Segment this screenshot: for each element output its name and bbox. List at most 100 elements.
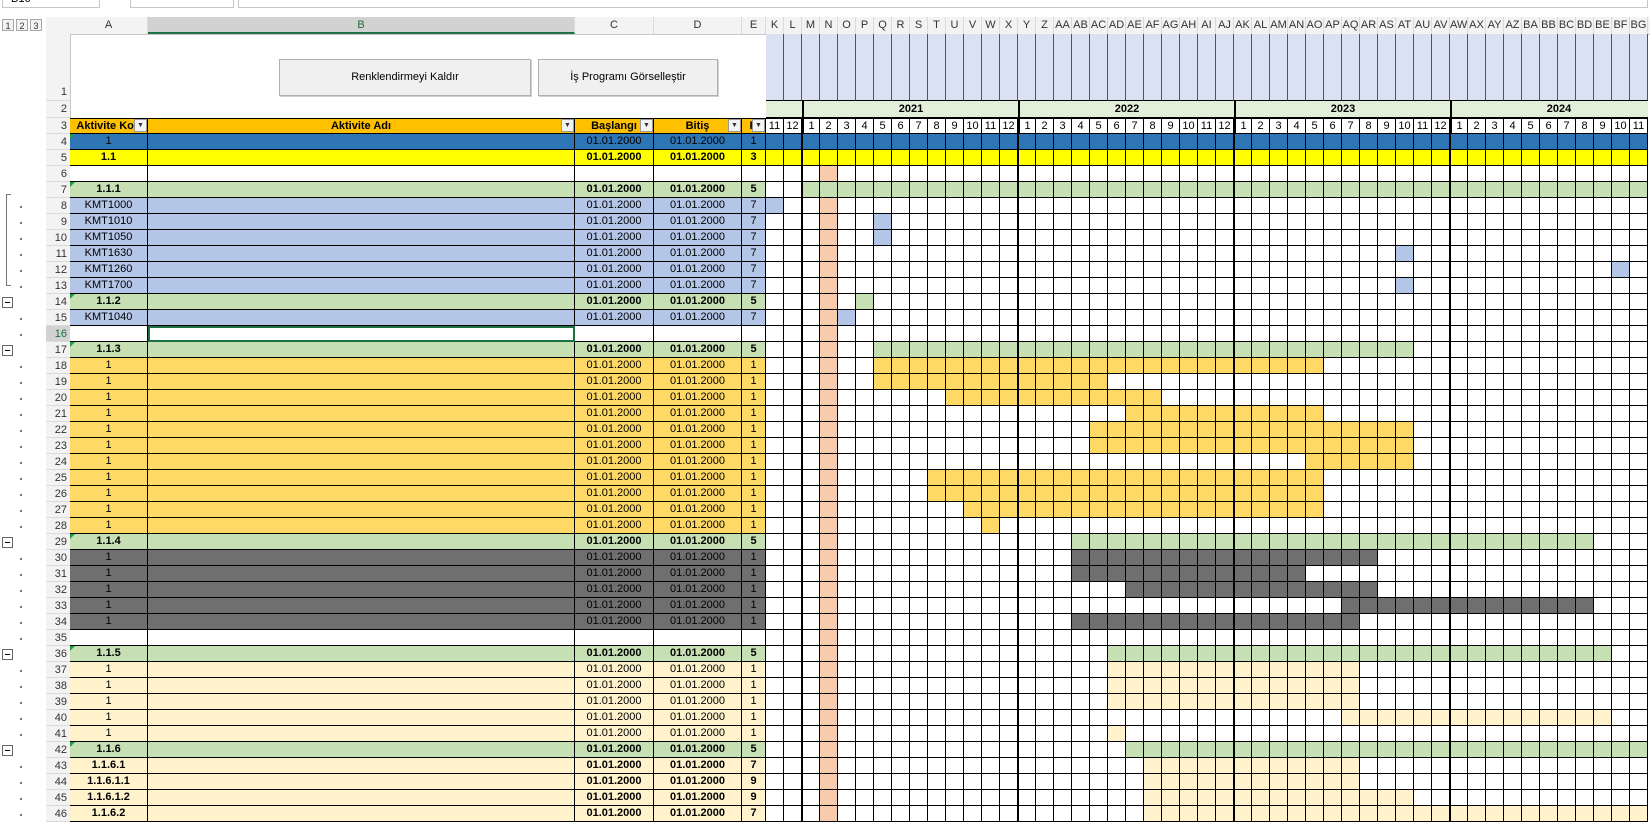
- cell-activity-name[interactable]: [148, 246, 575, 262]
- row-header-34[interactable]: 34: [46, 614, 70, 630]
- row-header-37[interactable]: 37: [46, 662, 70, 678]
- cell-activity-code[interactable]: 1: [70, 358, 148, 374]
- column-header-ac[interactable]: AC: [1090, 17, 1108, 34]
- column-header-p[interactable]: P: [856, 17, 874, 34]
- cell-end[interactable]: 01.01.2000: [654, 806, 742, 822]
- cell-activity-name[interactable]: [148, 582, 575, 598]
- cell-activity-name[interactable]: [148, 518, 575, 534]
- filter-dropdown-icon[interactable]: ▼: [640, 119, 653, 132]
- cell-activity-name[interactable]: [148, 454, 575, 470]
- outline-level-2-button[interactable]: 2: [16, 19, 28, 31]
- outline-level-3-button[interactable]: 3: [30, 19, 42, 31]
- cell-start[interactable]: 01.01.2000: [575, 438, 654, 454]
- row-header-15[interactable]: 15: [46, 310, 70, 326]
- cell-end[interactable]: 01.01.2000: [654, 550, 742, 566]
- cell-end[interactable]: 01.01.2000: [654, 198, 742, 214]
- cell-activity-name[interactable]: [148, 198, 575, 214]
- cell-start[interactable]: [575, 326, 654, 342]
- column-header-k[interactable]: K: [766, 17, 784, 34]
- column-header-ae[interactable]: AE: [1126, 17, 1144, 34]
- cell-activity-code[interactable]: KMT1630: [70, 246, 148, 262]
- row-header-45[interactable]: 45: [46, 790, 70, 806]
- cell-activity-code[interactable]: 1: [70, 422, 148, 438]
- row-header-21[interactable]: 21: [46, 406, 70, 422]
- cell-r[interactable]: 7: [742, 310, 766, 326]
- column-header-bf[interactable]: BF: [1612, 17, 1630, 34]
- cell-activity-name[interactable]: [148, 598, 575, 614]
- filter-dropdown-icon[interactable]: ▼: [752, 119, 765, 132]
- column-header-am[interactable]: AM: [1270, 17, 1288, 34]
- cell-activity-code[interactable]: 1: [70, 550, 148, 566]
- cell-activity-code[interactable]: 1: [70, 598, 148, 614]
- cell-end[interactable]: 01.01.2000: [654, 518, 742, 534]
- column-header-n[interactable]: N: [820, 17, 838, 34]
- row-header-6[interactable]: 6: [46, 166, 70, 182]
- cell-r[interactable]: 1: [742, 662, 766, 678]
- column-header-r[interactable]: R: [892, 17, 910, 34]
- cell-activity-code[interactable]: 1: [70, 134, 148, 150]
- row-header-13[interactable]: 13: [46, 278, 70, 294]
- cell-activity-name[interactable]: [148, 294, 575, 310]
- cell-end[interactable]: 01.01.2000: [654, 294, 742, 310]
- cell-activity-code[interactable]: KMT1000: [70, 198, 148, 214]
- cell-start[interactable]: [575, 630, 654, 646]
- cell-activity-name[interactable]: [148, 358, 575, 374]
- cell-end[interactable]: 01.01.2000: [654, 134, 742, 150]
- cell-end[interactable]: [654, 326, 742, 342]
- row-header-27[interactable]: 27: [46, 502, 70, 518]
- cell-r[interactable]: 7: [742, 230, 766, 246]
- cell-r[interactable]: 1: [742, 694, 766, 710]
- cell-start[interactable]: 01.01.2000: [575, 742, 654, 758]
- cell-activity-name[interactable]: [148, 310, 575, 326]
- row-header-12[interactable]: 12: [46, 262, 70, 278]
- cell-activity-name[interactable]: [148, 342, 575, 358]
- row-header-9[interactable]: 9: [46, 214, 70, 230]
- row-header-46[interactable]: 46: [46, 806, 70, 822]
- row-header-20[interactable]: 20: [46, 390, 70, 406]
- row-header-16[interactable]: 16: [46, 326, 70, 342]
- formula-buttons[interactable]: [130, 0, 234, 8]
- column-header-q[interactable]: Q: [874, 17, 892, 34]
- cell-r[interactable]: 1: [742, 390, 766, 406]
- cell-activity-name[interactable]: [148, 470, 575, 486]
- row-header-2[interactable]: 2: [46, 101, 70, 118]
- cell-r[interactable]: 1: [742, 454, 766, 470]
- cell-activity-code[interactable]: 1: [70, 662, 148, 678]
- column-header-ag[interactable]: AG: [1162, 17, 1180, 34]
- cell-start[interactable]: [575, 166, 654, 182]
- cell-r[interactable]: 1: [742, 486, 766, 502]
- cell-r[interactable]: 7: [742, 278, 766, 294]
- row-header-43[interactable]: 43: [46, 758, 70, 774]
- row-header-1[interactable]: 1: [46, 34, 70, 101]
- cell-r[interactable]: 1: [742, 134, 766, 150]
- cell-activity-code[interactable]: 1: [70, 678, 148, 694]
- outline-collapse-button[interactable]: [2, 345, 13, 356]
- cell-start[interactable]: 01.01.2000: [575, 342, 654, 358]
- row-header-5[interactable]: 5: [46, 150, 70, 166]
- cell-start[interactable]: 01.01.2000: [575, 310, 654, 326]
- cell-activity-name[interactable]: [148, 230, 575, 246]
- cell-start[interactable]: 01.01.2000: [575, 406, 654, 422]
- cell-activity-code[interactable]: 1.1.6: [70, 742, 148, 758]
- cell-activity-code[interactable]: 1: [70, 454, 148, 470]
- cell-activity-name[interactable]: [148, 374, 575, 390]
- column-header-b[interactable]: B: [148, 17, 575, 34]
- cell-activity-code[interactable]: 1.1.6.1.1: [70, 774, 148, 790]
- column-header-w[interactable]: W: [982, 17, 1000, 34]
- row-header-31[interactable]: 31: [46, 566, 70, 582]
- outline-collapse-button[interactable]: [2, 649, 13, 660]
- cell-end[interactable]: 01.01.2000: [654, 534, 742, 550]
- column-header-at[interactable]: AT: [1396, 17, 1414, 34]
- column-header-ax[interactable]: AX: [1468, 17, 1486, 34]
- row-header-40[interactable]: 40: [46, 710, 70, 726]
- cell-r[interactable]: 5: [742, 342, 766, 358]
- cell-end[interactable]: 01.01.2000: [654, 742, 742, 758]
- column-header-az[interactable]: AZ: [1504, 17, 1522, 34]
- cell-r[interactable]: 7: [742, 198, 766, 214]
- column-header-c[interactable]: C: [575, 17, 654, 34]
- cell-activity-code[interactable]: 1.1.4: [70, 534, 148, 550]
- cell-end[interactable]: 01.01.2000: [654, 406, 742, 422]
- column-header-af[interactable]: AF: [1144, 17, 1162, 34]
- cell-start[interactable]: 01.01.2000: [575, 726, 654, 742]
- cell-r[interactable]: 1: [742, 566, 766, 582]
